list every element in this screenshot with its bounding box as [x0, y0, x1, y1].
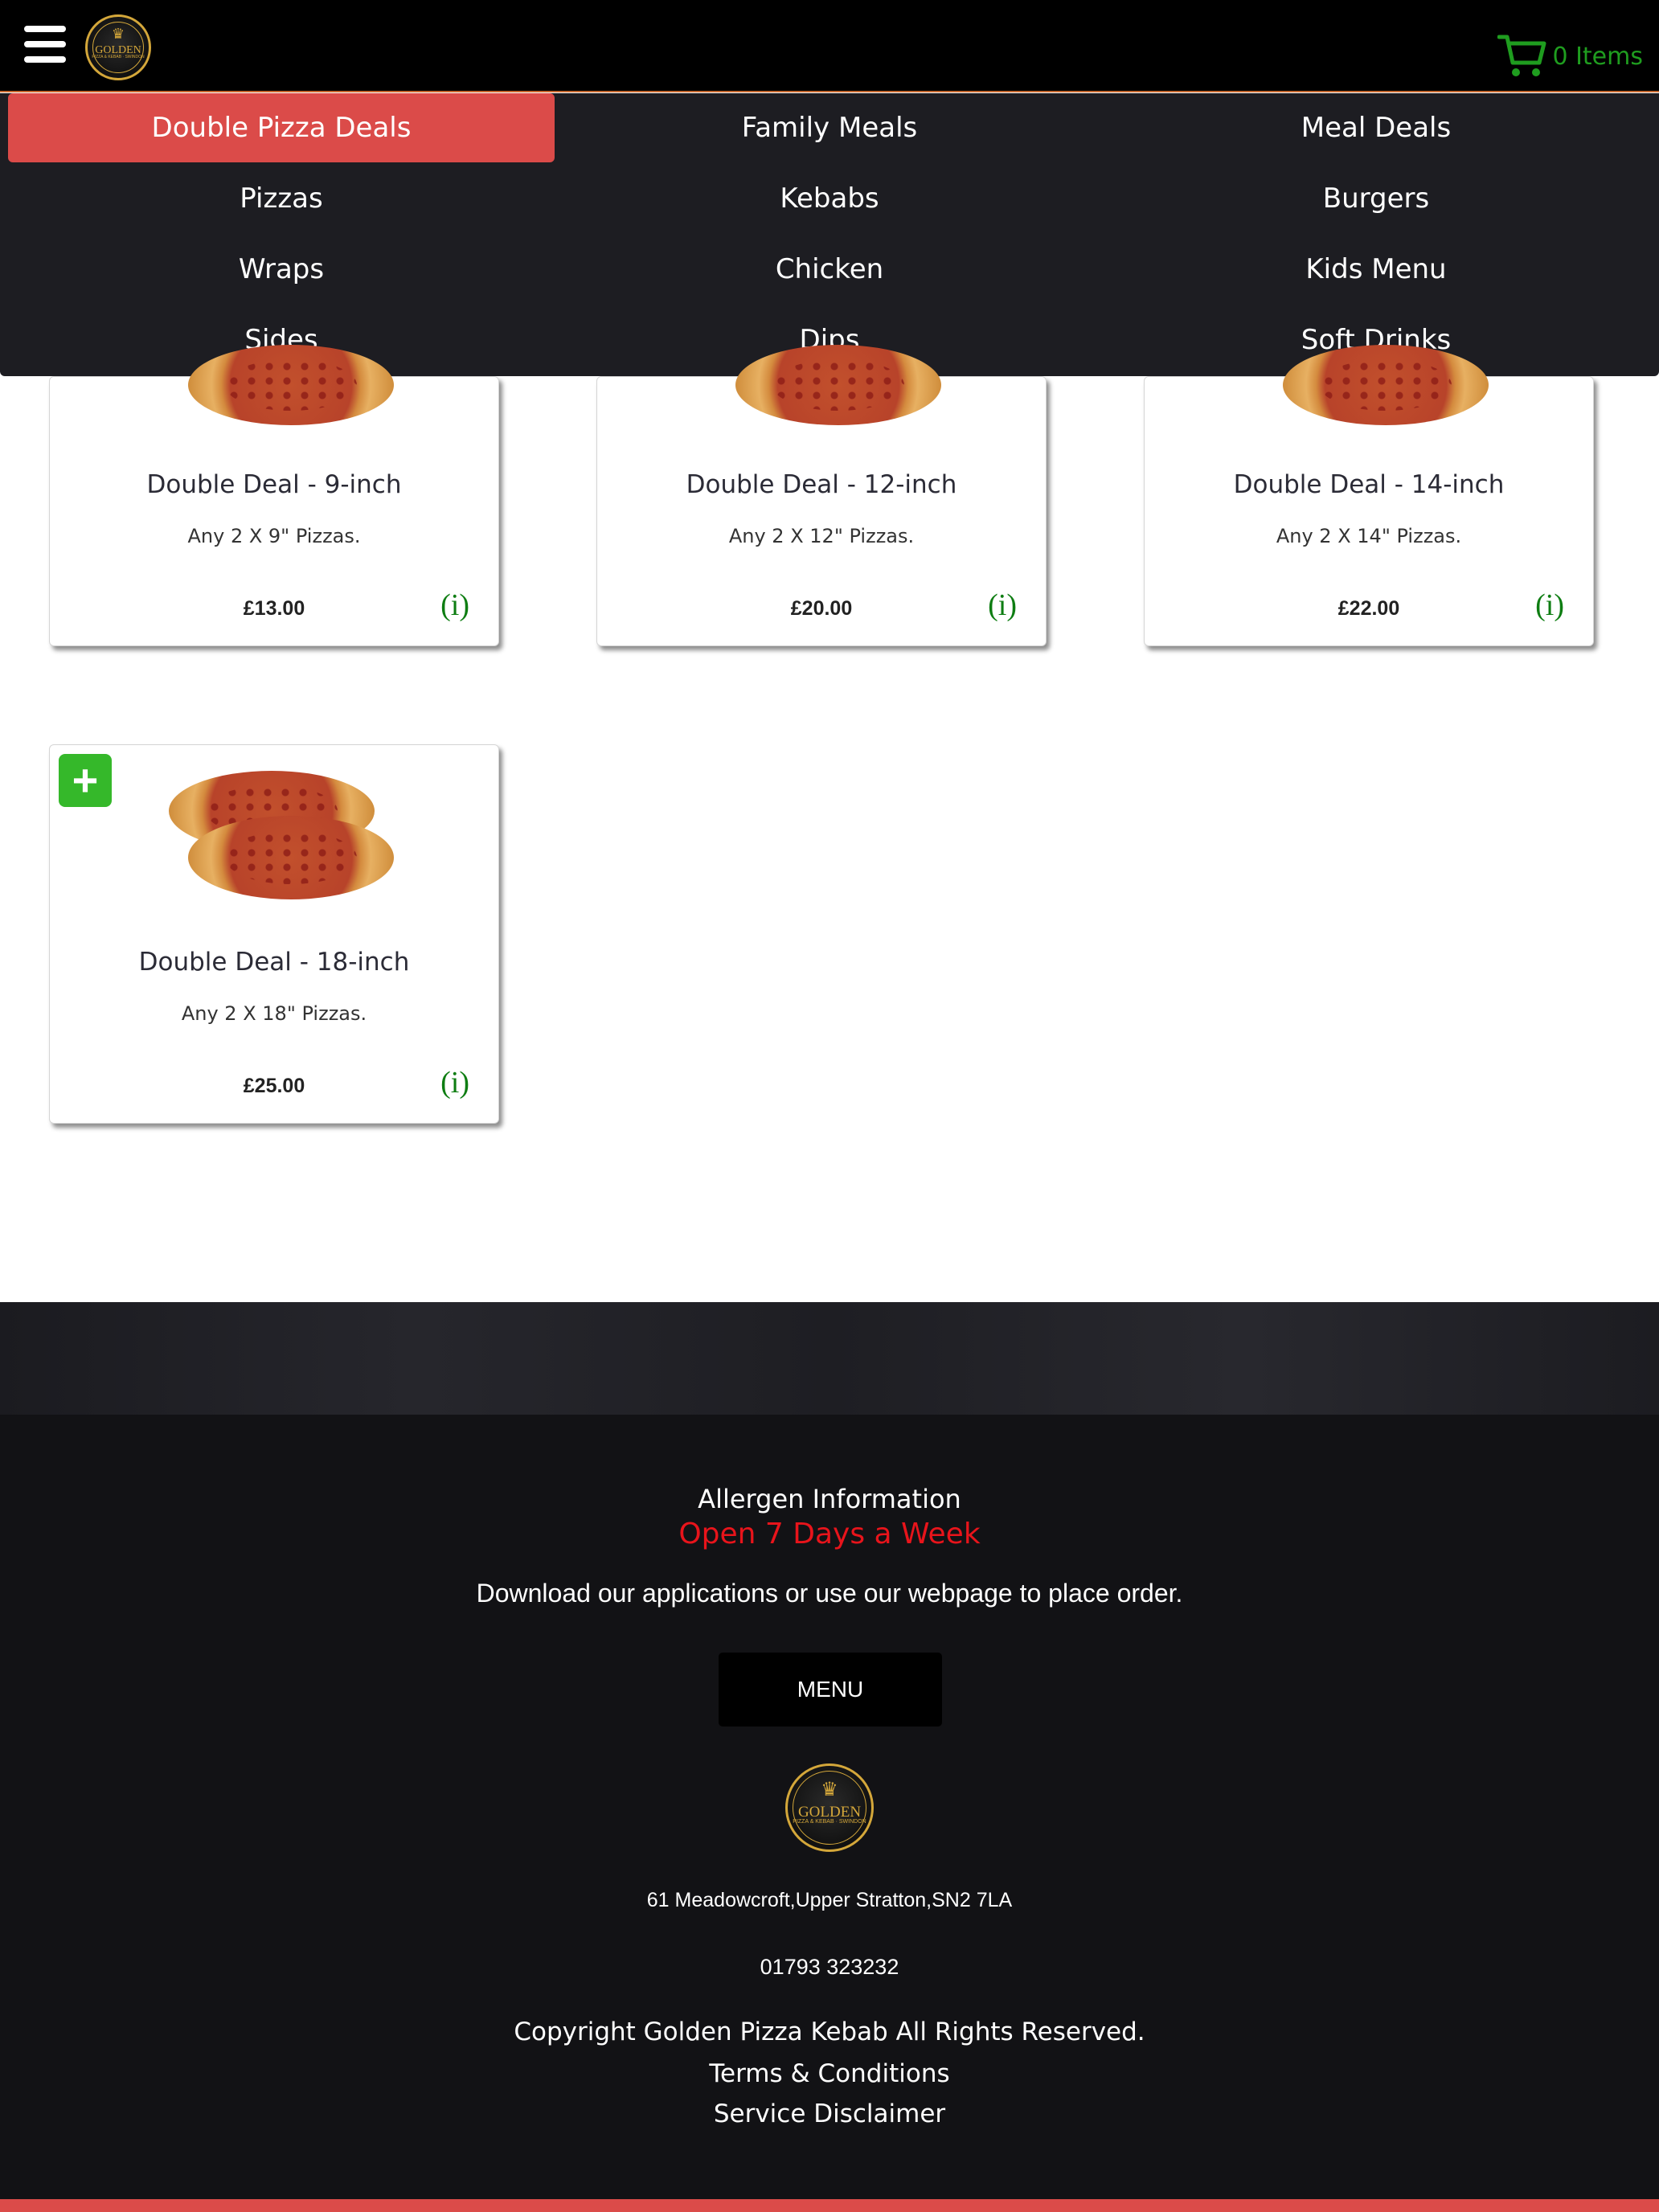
- category-chicken[interactable]: Chicken: [556, 235, 1103, 304]
- category-menu: Double Pizza Deals Family Meals Meal Dea…: [0, 93, 1659, 376]
- header-logo[interactable]: ♛ GOLDEN PIZZA & KEBAB · SWINDON: [85, 14, 151, 80]
- pizza-image: [188, 345, 394, 425]
- add-to-cart-button[interactable]: +: [59, 754, 112, 807]
- category-double-pizza-deals[interactable]: Double Pizza Deals: [8, 93, 555, 162]
- footer-banner: [0, 1302, 1659, 1415]
- cart-button[interactable]: 0 Items: [1497, 32, 1643, 80]
- category-wraps[interactable]: Wraps: [8, 235, 555, 304]
- info-icon[interactable]: (i): [440, 1065, 469, 1100]
- product-price: £13.00: [243, 597, 305, 620]
- product-price: £22.00: [1337, 597, 1400, 620]
- footer: Allergen Information Open 7 Days a Week …: [0, 1415, 1659, 2199]
- pizza-image: [1283, 345, 1489, 425]
- category-pizzas[interactable]: Pizzas: [8, 164, 555, 233]
- top-header: ♛ GOLDEN PIZZA & KEBAB · SWINDON 0 Items: [0, 0, 1659, 92]
- crown-icon: ♛: [111, 25, 125, 43]
- product-card[interactable]: Double Deal - 12-inch Any 2 X 12" Pizzas…: [596, 345, 1047, 646]
- address-text: 61 Meadowcroft,Upper Stratton,SN2 7LA: [646, 1889, 1013, 1911]
- product-title: Double Deal - 18-inch: [138, 948, 410, 977]
- product-price: £25.00: [243, 1075, 305, 1097]
- product-card[interactable]: Double Deal - 14-inch Any 2 X 14" Pizzas…: [1144, 345, 1594, 646]
- terms-link[interactable]: Terms & Conditions: [0, 2059, 1659, 2088]
- service-disclaimer-link[interactable]: Service Disclaimer: [0, 2099, 1659, 2128]
- info-icon[interactable]: (i): [988, 588, 1017, 623]
- product-price: £20.00: [790, 597, 853, 620]
- menu-button[interactable]: MENU: [719, 1653, 942, 1727]
- shopping-cart-icon: [1497, 35, 1546, 76]
- phone-number[interactable]: 01793 323232: [0, 1955, 1659, 1980]
- product-description: Any 2 X 14" Pizzas.: [1276, 525, 1462, 547]
- product-title: Double Deal - 12-inch: [686, 470, 957, 499]
- info-icon[interactable]: (i): [440, 588, 469, 623]
- opening-hours-text: Open 7 Days a Week: [678, 1518, 981, 1550]
- product-title: Double Deal - 9-inch: [146, 470, 402, 499]
- category-kebabs[interactable]: Kebabs: [556, 164, 1103, 233]
- product-description: Any 2 X 12" Pizzas.: [728, 525, 915, 547]
- copyright-text: Copyright Golden Pizza Kebab All Rights …: [514, 2017, 1145, 2046]
- download-text: Download our applications or use our web…: [476, 1579, 1183, 1608]
- crown-icon: ♛: [821, 1777, 838, 1800]
- hamburger-icon[interactable]: [24, 26, 66, 63]
- allergen-information-link[interactable]: Allergen Information: [0, 1484, 1659, 1514]
- product-title: Double Deal - 14-inch: [1233, 470, 1505, 499]
- pizza-image: [188, 816, 394, 899]
- cart-count: 0 Items: [1552, 42, 1643, 71]
- footer-logo: ♛ GOLDEN PIZZA & KEBAB · SWINDON: [785, 1763, 874, 1852]
- product-card[interactable]: + Double Deal - 18-inch Any 2 X 18" Pizz…: [49, 744, 499, 1124]
- info-icon[interactable]: (i): [1535, 588, 1564, 623]
- category-meal-deals[interactable]: Meal Deals: [1103, 93, 1649, 162]
- product-description: Any 2 X 18" Pizzas.: [181, 1002, 367, 1025]
- category-burgers[interactable]: Burgers: [1103, 164, 1649, 233]
- category-kids-menu[interactable]: Kids Menu: [1103, 235, 1649, 304]
- product-description: Any 2 X 9" Pizzas.: [187, 525, 361, 547]
- product-card[interactable]: Double Deal - 9-inch Any 2 X 9" Pizzas. …: [49, 345, 499, 646]
- pizza-image: [735, 345, 941, 425]
- category-family-meals[interactable]: Family Meals: [556, 93, 1103, 162]
- bottom-accent-bar: [0, 2199, 1659, 2212]
